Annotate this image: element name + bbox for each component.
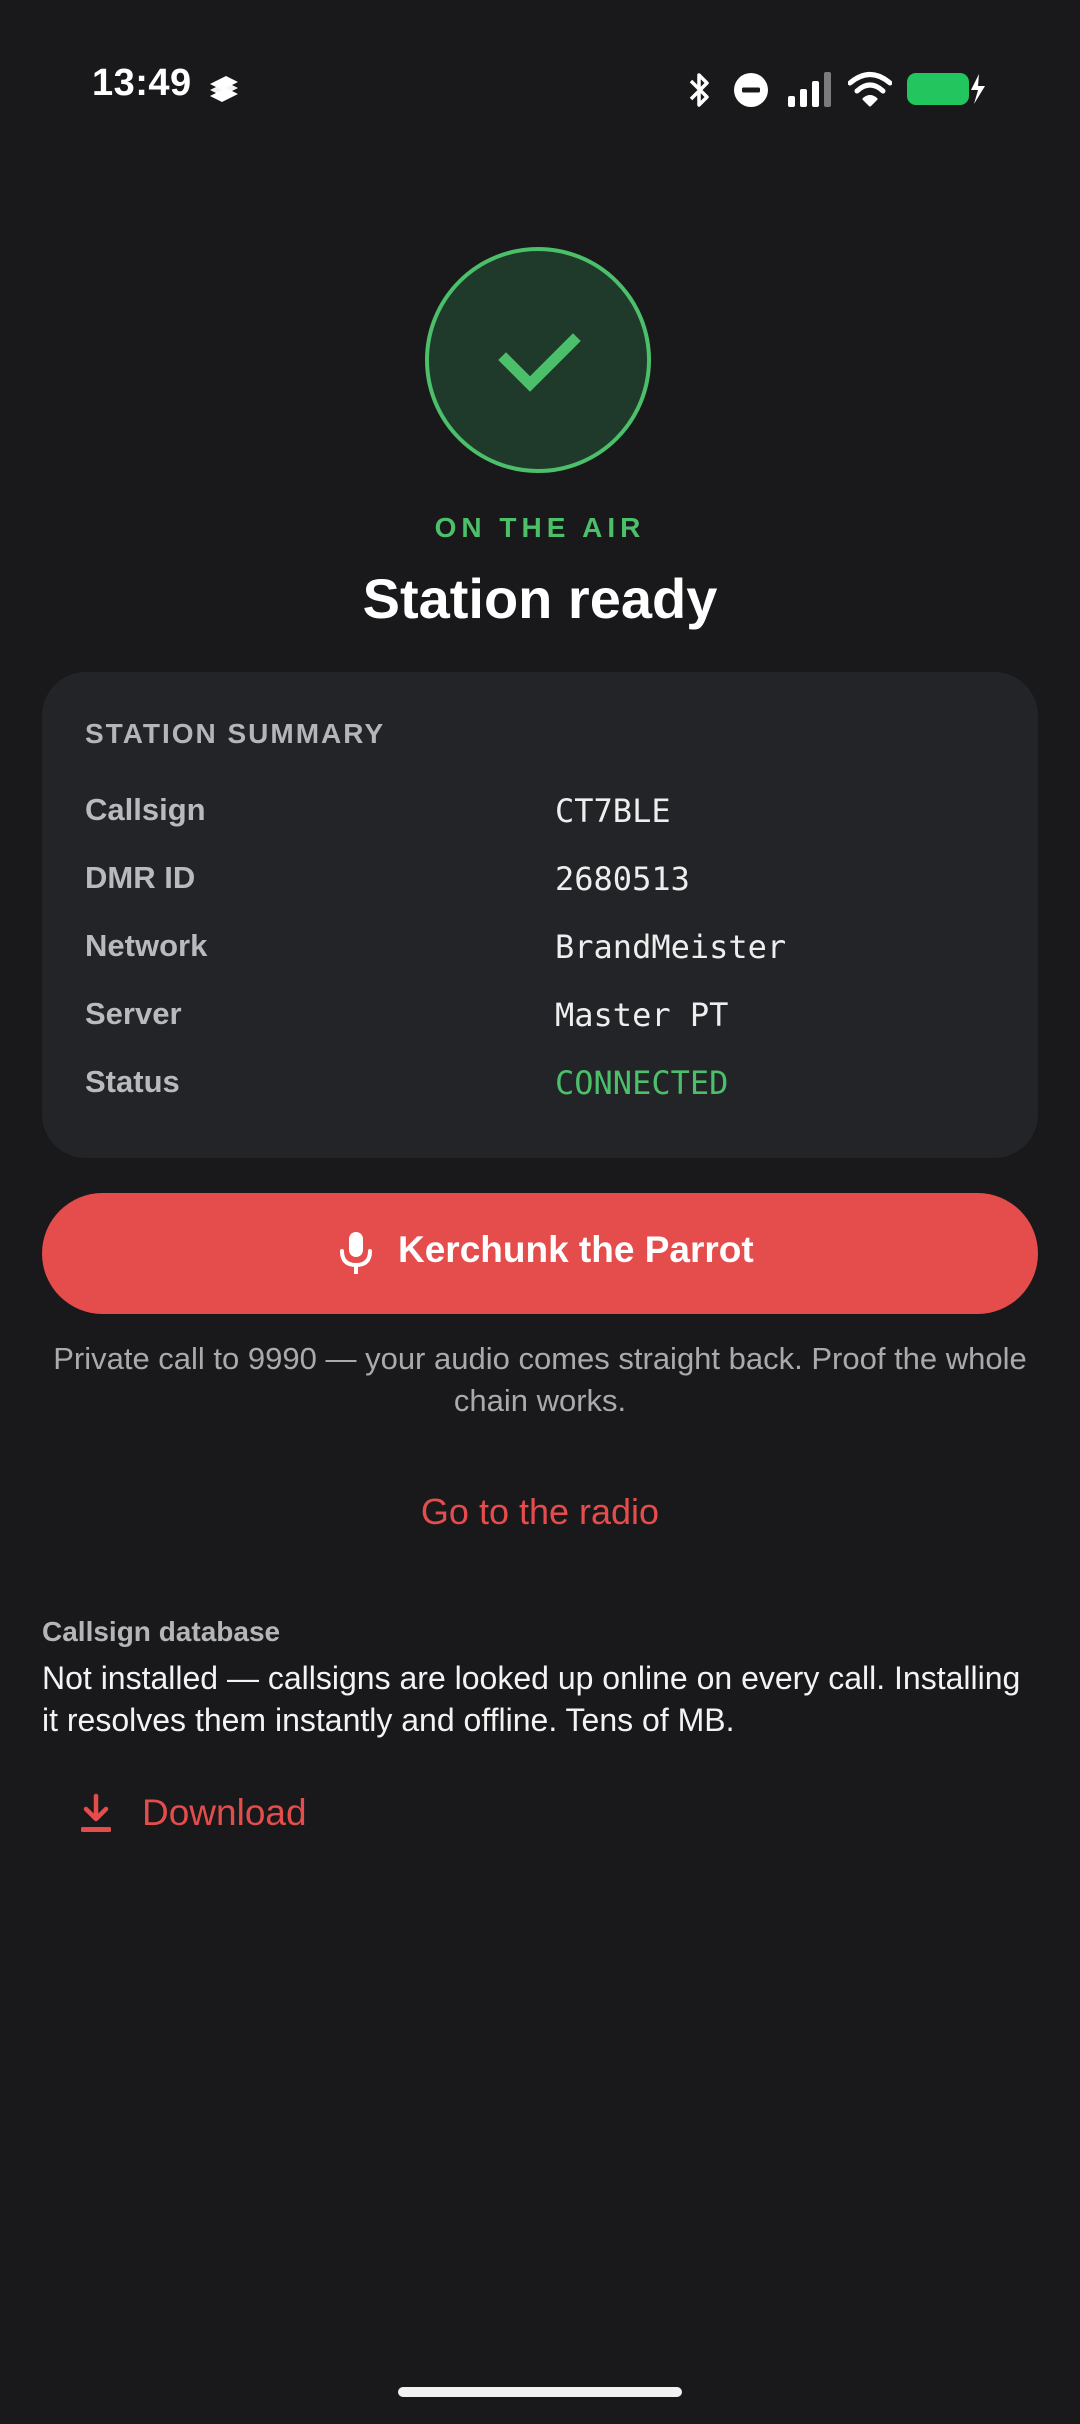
summary-value-status: CONNECTED bbox=[555, 1064, 729, 1102]
summary-label-status: Status bbox=[85, 1064, 180, 1099]
station-summary-card: STATION SUMMARY Callsign CT7BLE DMR ID 2… bbox=[42, 672, 1038, 1158]
summary-label-server: Server bbox=[85, 996, 182, 1031]
card-heading: STATION SUMMARY bbox=[85, 718, 386, 749]
home-indicator[interactable] bbox=[398, 2387, 682, 2397]
summary-label-network: Network bbox=[85, 928, 208, 963]
kerchunk-hint: Private call to 9990 — your audio comes … bbox=[53, 1341, 1027, 1418]
kerchunk-button-label: Kerchunk the Parrot bbox=[398, 1229, 754, 1270]
callsign-database-description: Not installed — callsigns are looked up … bbox=[42, 1660, 1021, 1738]
go-to-radio-link[interactable]: Go to the radio bbox=[0, 1491, 1080, 1533]
status-time: 13:49 bbox=[92, 62, 192, 104]
summary-value-dmr-id: 2680513 bbox=[555, 860, 690, 898]
microphone-icon bbox=[340, 1232, 372, 1274]
status-bar: 13:49 bbox=[0, 0, 1080, 180]
cell-signal-icon bbox=[788, 72, 831, 107]
status-eyebrow: ON THE AIR bbox=[434, 512, 646, 543]
battery-charging-icon bbox=[907, 73, 985, 105]
bluetooth-icon bbox=[689, 73, 709, 107]
do-not-disturb-icon bbox=[734, 73, 768, 107]
download-icon bbox=[81, 1793, 111, 1832]
summary-value-network: BrandMeister bbox=[555, 928, 787, 966]
summary-value-server: Master PT bbox=[555, 996, 729, 1034]
summary-value-callsign: CT7BLE bbox=[555, 792, 671, 830]
kerchunk-parrot-button[interactable]: Kerchunk the Parrot bbox=[42, 1193, 1038, 1314]
download-button[interactable]: Download bbox=[76, 1788, 336, 1844]
wifi-icon bbox=[848, 72, 892, 107]
page-title: Station ready bbox=[362, 567, 718, 630]
callsign-database-title: Callsign database bbox=[42, 1616, 281, 1647]
check-icon bbox=[498, 333, 581, 392]
download-label: Download bbox=[142, 1792, 307, 1833]
summary-label-callsign: Callsign bbox=[85, 792, 206, 827]
notification-app-icon bbox=[210, 76, 238, 102]
summary-label-dmr-id: DMR ID bbox=[85, 860, 196, 895]
status-success-circle bbox=[425, 247, 651, 473]
